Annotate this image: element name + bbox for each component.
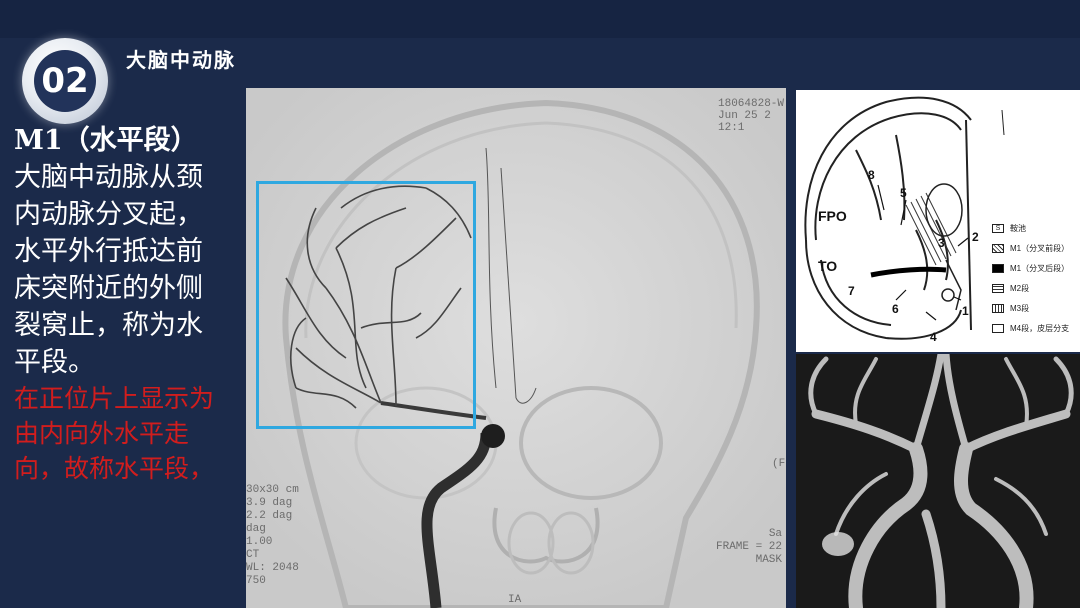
legend-text: M4段，皮层分支	[1010, 324, 1070, 333]
overlay-left: 30x30 cm 3.9 dag 2.2 dag dag 1.00 CT WL:…	[246, 484, 299, 587]
legend-text: M3段	[1010, 304, 1030, 313]
top-bar	[0, 0, 1080, 38]
overlay-top-right: 18064828-W Jun 25 2 12:1	[718, 98, 785, 134]
m1-heading: M1（水平段）	[14, 125, 198, 156]
label-2: 2	[972, 230, 979, 244]
label-4: 4	[930, 330, 937, 344]
legend-text: M1（分叉前段）	[1010, 244, 1070, 253]
legend-solid-icon	[992, 264, 1004, 273]
badge-number: 02	[41, 61, 89, 101]
legend-item: M1（分叉前段）	[992, 243, 1069, 254]
label-8: 8	[868, 168, 875, 182]
m1-red-note: 在正位片上显示为由内向外水平走向，故称水平段，	[14, 384, 215, 483]
legend-vertical-lines-icon	[992, 304, 1004, 313]
badge-inner: 02	[34, 50, 96, 112]
label-fpo: FPO	[818, 208, 847, 224]
legend-empty-icon	[992, 324, 1004, 333]
legend-hatched-icon	[992, 244, 1004, 253]
mra-image	[796, 354, 1080, 608]
legend-text: 鞍池	[1010, 224, 1026, 233]
label-6: 6	[892, 302, 899, 316]
legend-item: S 鞍池	[992, 223, 1026, 234]
m1-description: 大脑中动脉从颈内动脉分叉起，水平外行抵达前床突附近的外侧裂窝止，称为水平段。	[14, 162, 203, 378]
roi-highlight-box	[256, 181, 476, 429]
legend-item: M2段	[992, 283, 1029, 294]
label-5: 5	[900, 186, 907, 200]
description-text: M1（水平段） 大脑中动脉从颈内动脉分叉起，水平外行抵达前床突附近的外侧裂窝止，…	[14, 122, 226, 486]
label-7: 7	[848, 284, 855, 298]
mca-segment-diagram: FPO TO 1 2 3 4 5 6 7 8 S 鞍池 M1（分叉前段） M1（…	[796, 90, 1080, 352]
label-1: 1	[962, 304, 969, 318]
section-number-badge: 02	[22, 38, 108, 124]
section-title: 大脑中动脉	[126, 48, 236, 72]
legend-horizontal-lines-icon	[992, 284, 1004, 293]
legend-symbol: S	[992, 224, 1004, 233]
overlay-bottom-right: Sa FRAME = 22 MASK	[716, 528, 783, 566]
legend-text: M1（分叉后段）	[1010, 264, 1070, 273]
legend-item: M3段	[992, 303, 1029, 314]
legend-text: M2段	[1010, 284, 1030, 293]
overlay-bottom: IA	[508, 594, 522, 606]
legend-item: M4段，皮层分支	[992, 323, 1069, 334]
legend-item: M1（分叉后段）	[992, 263, 1069, 274]
overlay-right-mid: (FI	[772, 458, 786, 470]
label-3: 3	[938, 236, 945, 250]
mra-vessels-drawing	[796, 354, 1080, 608]
label-to: TO	[818, 258, 838, 274]
